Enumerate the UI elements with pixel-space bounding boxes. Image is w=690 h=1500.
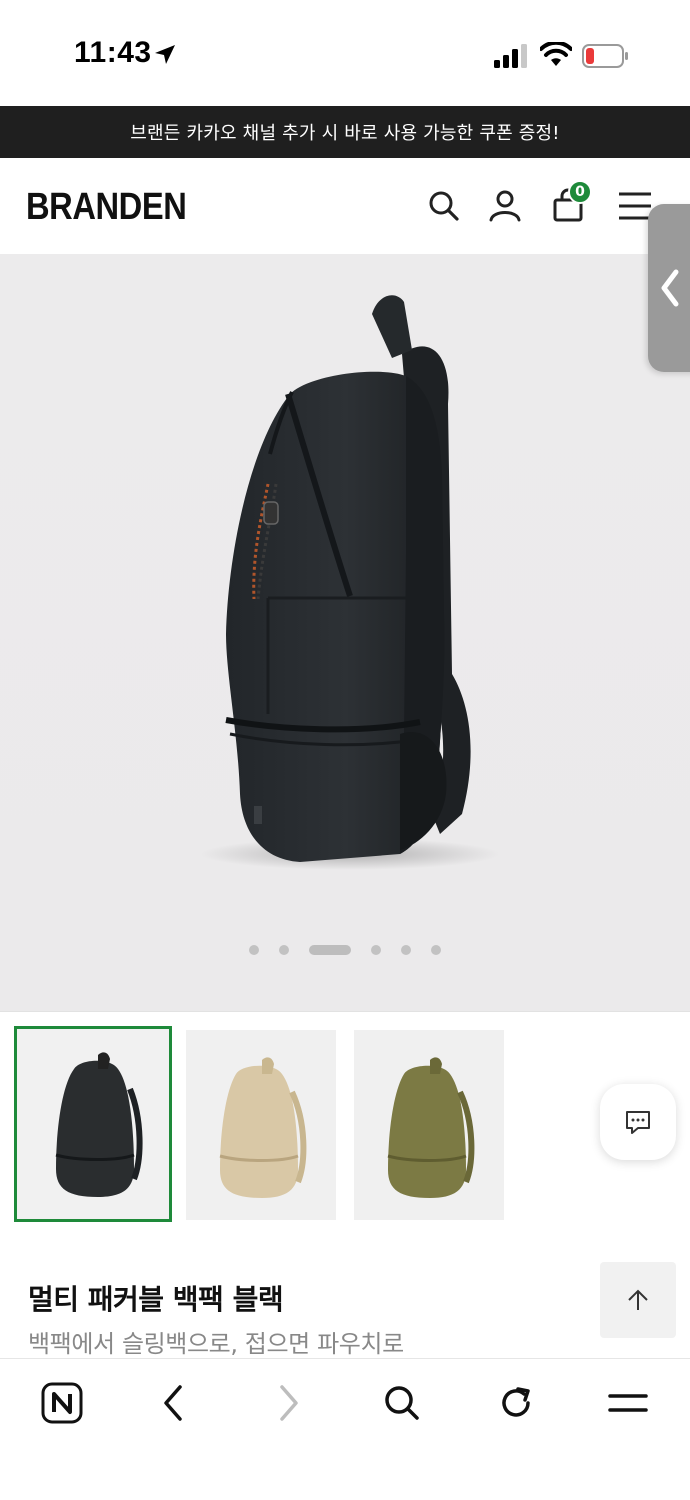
backpack-thumbnail-image bbox=[387, 1057, 475, 1198]
location-arrow-icon bbox=[155, 45, 175, 64]
thumbnail-beige[interactable] bbox=[186, 1030, 336, 1220]
browser-toolbar bbox=[0, 1358, 690, 1500]
search-icon[interactable] bbox=[424, 186, 464, 226]
carousel-dot[interactable] bbox=[431, 945, 441, 955]
chat-button[interactable] bbox=[600, 1084, 676, 1160]
user-icon[interactable] bbox=[485, 186, 525, 226]
side-drawer-tab[interactable] bbox=[648, 204, 690, 372]
status-bar: 11:43 bbox=[0, 0, 690, 106]
carousel-dot-active[interactable] bbox=[309, 945, 351, 955]
cart-count-badge: 0 bbox=[568, 180, 592, 204]
carousel-dot[interactable] bbox=[279, 945, 289, 955]
brand-logo[interactable]: BRANDEN bbox=[26, 186, 187, 229]
thumbnail-black[interactable] bbox=[14, 1026, 172, 1222]
forward-icon[interactable] bbox=[266, 1381, 310, 1425]
promo-banner[interactable]: 브랜든 카카오 채널 추가 시 바로 사용 가능한 쿠폰 증정! bbox=[0, 106, 690, 158]
promo-text: 브랜든 카카오 채널 추가 시 바로 사용 가능한 쿠폰 증정! bbox=[130, 123, 560, 144]
battery-low-icon bbox=[582, 44, 628, 68]
naver-n-icon[interactable] bbox=[40, 1381, 84, 1425]
wifi-icon bbox=[540, 42, 572, 66]
chevron-left-icon bbox=[661, 269, 679, 307]
carousel-dot[interactable] bbox=[371, 945, 381, 955]
product-image-carousel[interactable] bbox=[0, 254, 690, 1012]
thumbnail-olive[interactable] bbox=[354, 1030, 504, 1220]
product-subtitle: 백팩에서 슬링백으로, 접으면 파우치로 bbox=[28, 1330, 404, 1358]
backpack-product-image bbox=[200, 295, 500, 870]
color-thumbnails bbox=[0, 1012, 690, 1240]
site-header: BRANDEN 0 bbox=[0, 158, 690, 254]
menu-icon[interactable] bbox=[606, 1381, 650, 1425]
scroll-to-top-button[interactable] bbox=[600, 1262, 676, 1338]
search-icon[interactable] bbox=[380, 1381, 424, 1425]
backpack-thumbnail-image bbox=[219, 1057, 307, 1198]
chat-bubble-icon bbox=[626, 1111, 650, 1134]
arrow-up-icon bbox=[628, 1289, 648, 1310]
carousel-indicator bbox=[0, 942, 690, 958]
backpack-thumbnail-image bbox=[55, 1052, 143, 1197]
carousel-dot[interactable] bbox=[401, 945, 411, 955]
cellular-signal-icon bbox=[494, 44, 527, 68]
status-time: 11:43 bbox=[74, 36, 152, 69]
back-icon[interactable] bbox=[152, 1381, 196, 1425]
reload-icon[interactable] bbox=[494, 1381, 538, 1425]
carousel-dot[interactable] bbox=[249, 945, 259, 955]
product-title: 멀티 패커블 백팩 블랙 bbox=[28, 1283, 284, 1316]
